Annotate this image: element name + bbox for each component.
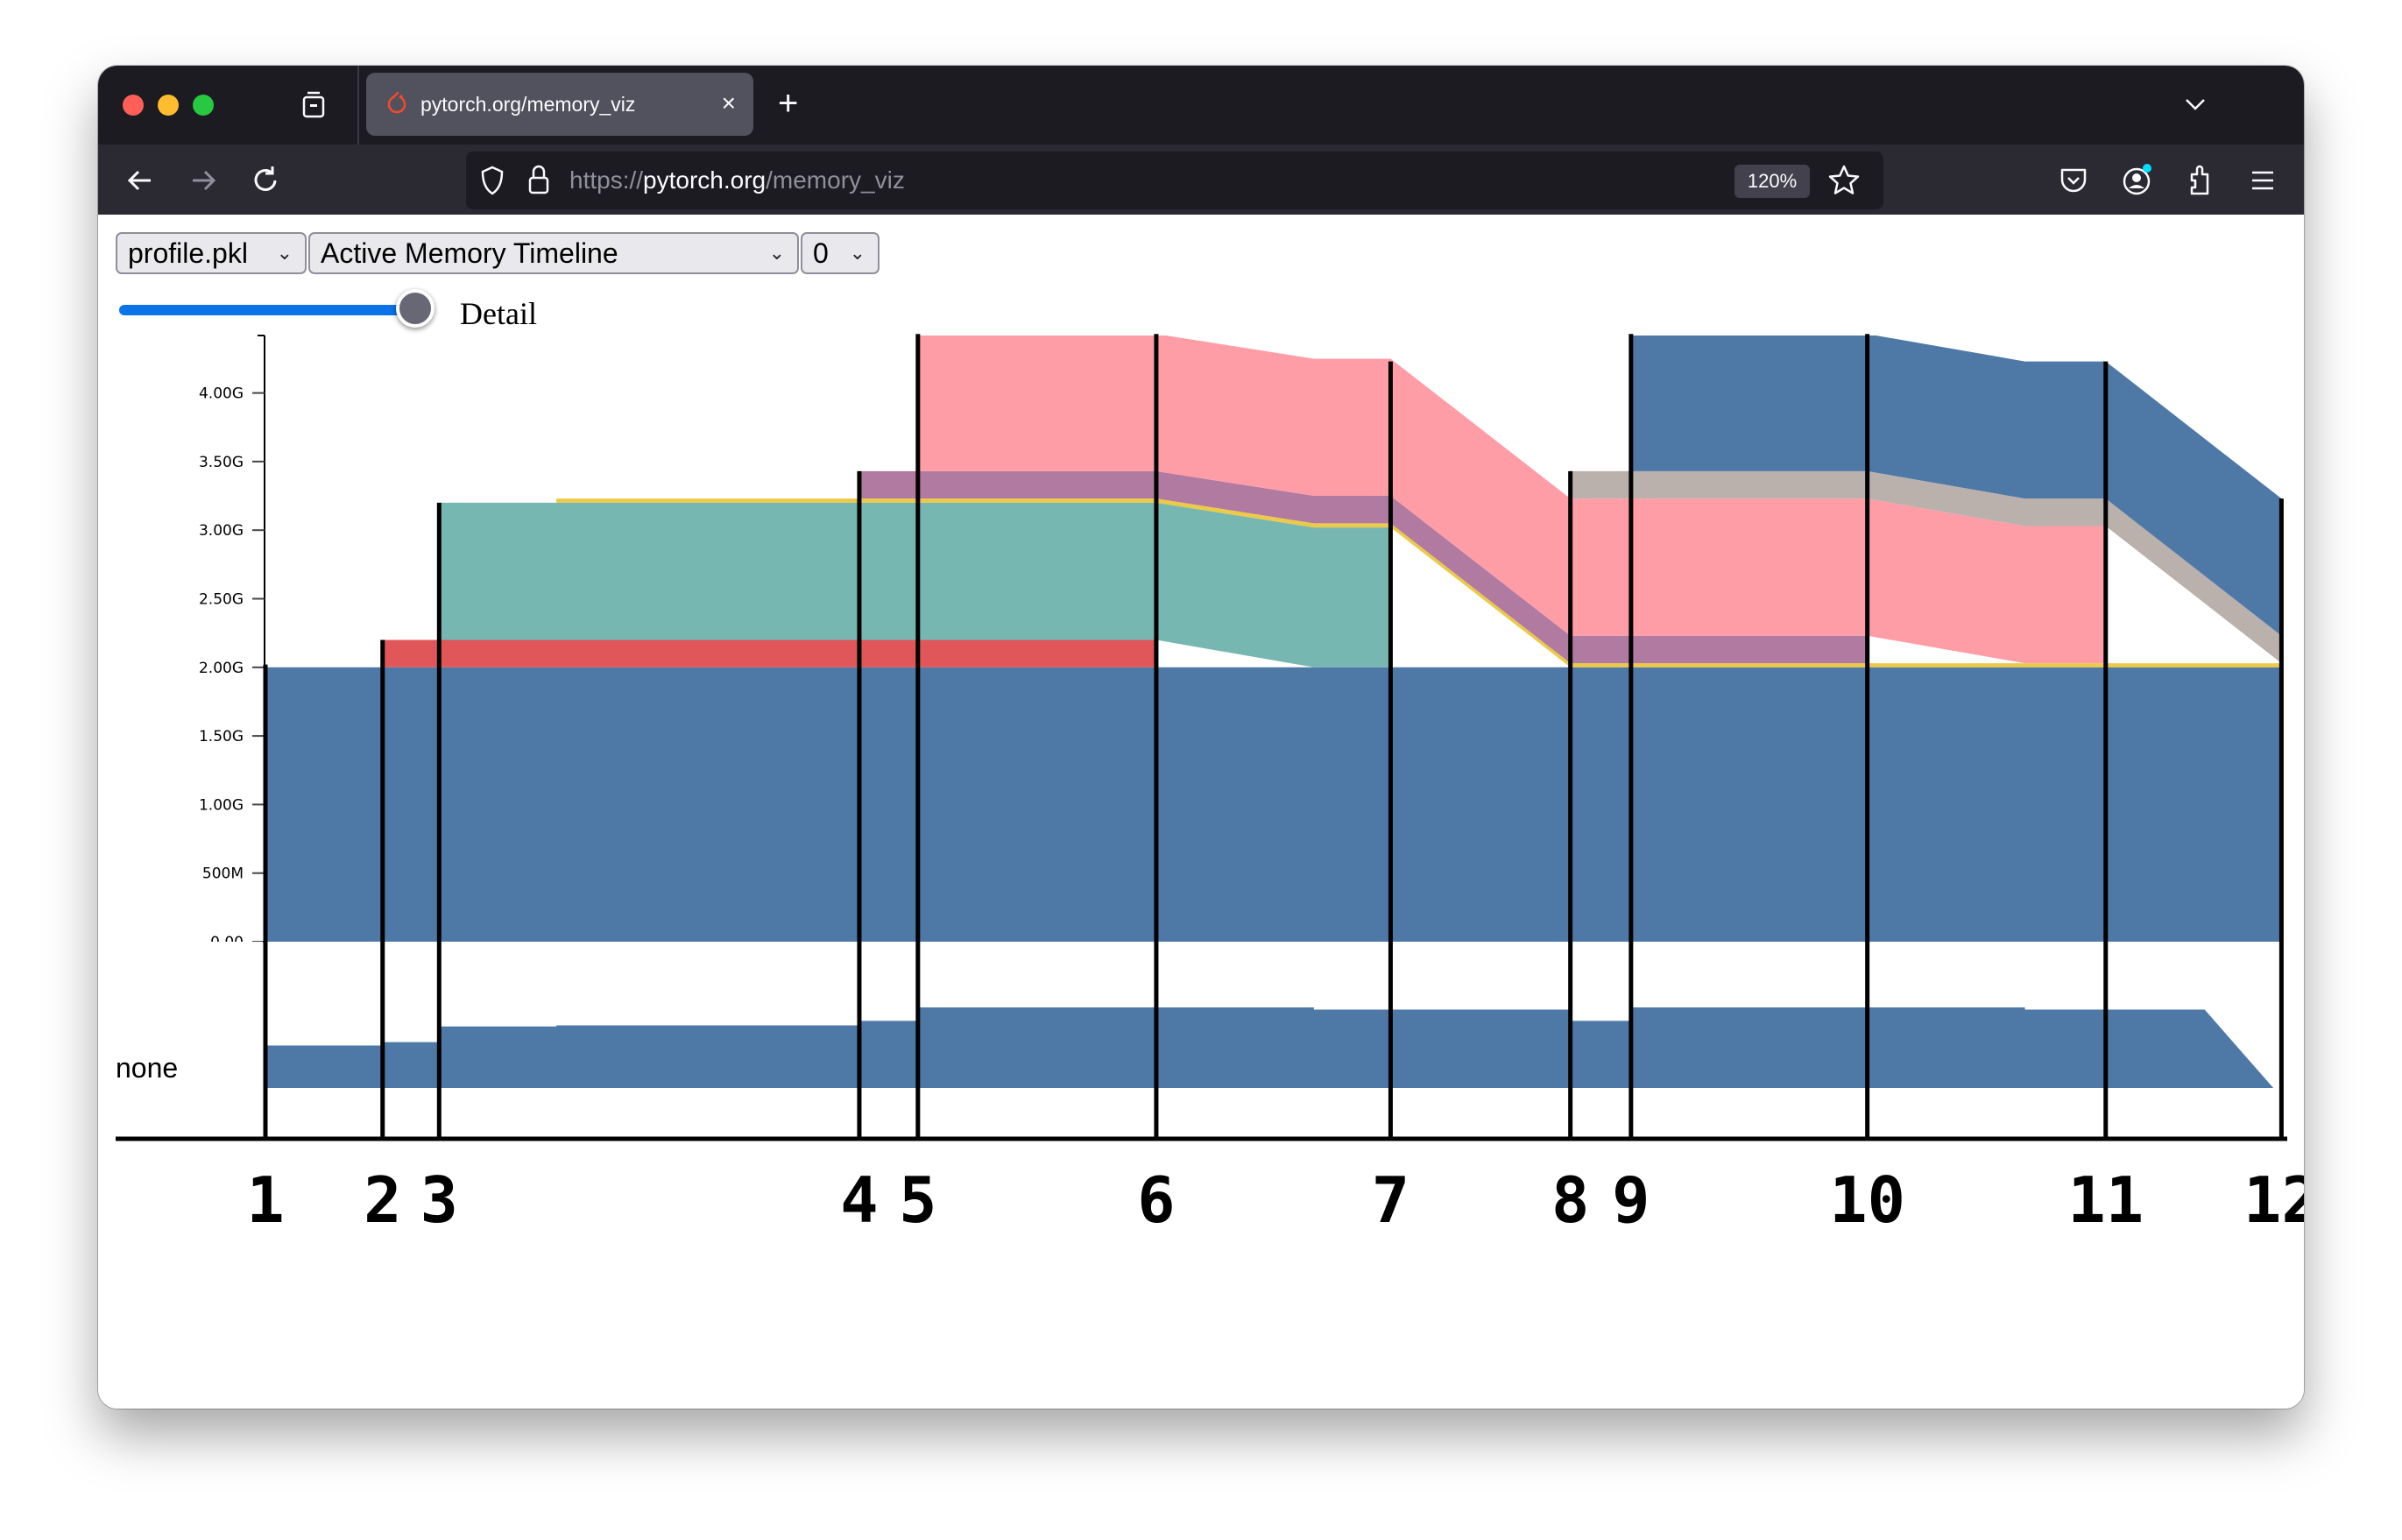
step-marker-label: 10 bbox=[1829, 1163, 1905, 1237]
y-tick-label: 1.00G bbox=[199, 796, 244, 814]
step-marker-label: 11 bbox=[2067, 1163, 2144, 1237]
hamburger-menu-icon[interactable] bbox=[2246, 164, 2279, 197]
lock-icon[interactable] bbox=[527, 163, 550, 196]
puzzle-icon[interactable] bbox=[2183, 164, 2216, 197]
url-path: /memory_viz bbox=[766, 166, 905, 194]
y-tick-label: 3.50G bbox=[199, 454, 244, 471]
pytorch-icon bbox=[387, 92, 406, 114]
y-tick-label: 1.50G bbox=[199, 728, 244, 745]
close-icon[interactable]: × bbox=[722, 88, 736, 118]
back-arrow-icon[interactable] bbox=[123, 162, 158, 199]
step-marker-label: 3 bbox=[420, 1163, 458, 1237]
url-text[interactable]: https://pytorch.org/memory_viz bbox=[569, 164, 905, 197]
page-content: profile.pkl ⌄ Active Memory Timeline ⌄ 0… bbox=[98, 215, 2304, 1409]
step-marker-label: 5 bbox=[899, 1163, 936, 1237]
tab-separator bbox=[357, 66, 359, 145]
chevron-down-icon[interactable] bbox=[2178, 87, 2213, 122]
shield-icon[interactable] bbox=[480, 165, 505, 196]
segment-strip[interactable] bbox=[265, 1007, 2274, 1088]
step-marker-label: 6 bbox=[1137, 1163, 1175, 1237]
memory-timeline-chart[interactable]: 0.00500M1.00G1.50G2.00G2.50G3.00G3.50G4.… bbox=[98, 215, 2304, 1409]
url-scheme: https:// bbox=[569, 166, 644, 194]
y-tick-label: 4.00G bbox=[199, 385, 244, 403]
series-persistent[interactable] bbox=[265, 667, 2282, 942]
reload-icon[interactable] bbox=[249, 162, 284, 199]
maximize-window-button[interactable] bbox=[193, 95, 214, 116]
y-tick-label: 500M bbox=[202, 865, 244, 883]
segment-category-label: none bbox=[116, 1052, 178, 1084]
forward-arrow-icon[interactable] bbox=[186, 162, 221, 199]
plus-icon[interactable]: + bbox=[778, 83, 798, 124]
account-icon[interactable] bbox=[2120, 164, 2153, 197]
series-alloc-red[interactable] bbox=[382, 639, 1156, 668]
step-marker-label: 1 bbox=[246, 1163, 284, 1237]
step-marker-label: 4 bbox=[840, 1163, 878, 1237]
url-host: pytorch.org bbox=[643, 166, 767, 194]
close-window-button[interactable] bbox=[123, 95, 144, 116]
y-tick-label: 3.00G bbox=[199, 522, 244, 540]
zoom-level-badge[interactable]: 120% bbox=[1734, 165, 1810, 198]
url-bar[interactable]: https://pytorch.org/memory_viz 120% bbox=[466, 152, 1883, 209]
y-tick-label: 2.50G bbox=[199, 591, 244, 609]
axis-label-mask bbox=[194, 942, 263, 968]
tab-title: pytorch.org/memory_viz bbox=[420, 93, 636, 116]
step-marker-label: 9 bbox=[1612, 1163, 1650, 1237]
pocket-icon[interactable] bbox=[2057, 164, 2090, 197]
tab-bar: pytorch.org/memory_viz × + bbox=[98, 66, 2304, 145]
step-marker-label: 8 bbox=[1551, 1163, 1589, 1237]
tab-overview-icon[interactable] bbox=[301, 90, 326, 118]
step-marker-label: 7 bbox=[1372, 1163, 1409, 1237]
tab-memory-viz[interactable]: pytorch.org/memory_viz × bbox=[366, 73, 753, 136]
minimize-window-button[interactable] bbox=[158, 95, 179, 116]
star-icon[interactable] bbox=[1827, 164, 1861, 197]
browser-window: pytorch.org/memory_viz × + https://pytor… bbox=[98, 66, 2304, 1409]
step-marker-label: 2 bbox=[364, 1163, 401, 1237]
step-marker-label: 12 bbox=[2243, 1163, 2304, 1237]
y-tick-label: 2.00G bbox=[199, 660, 244, 677]
